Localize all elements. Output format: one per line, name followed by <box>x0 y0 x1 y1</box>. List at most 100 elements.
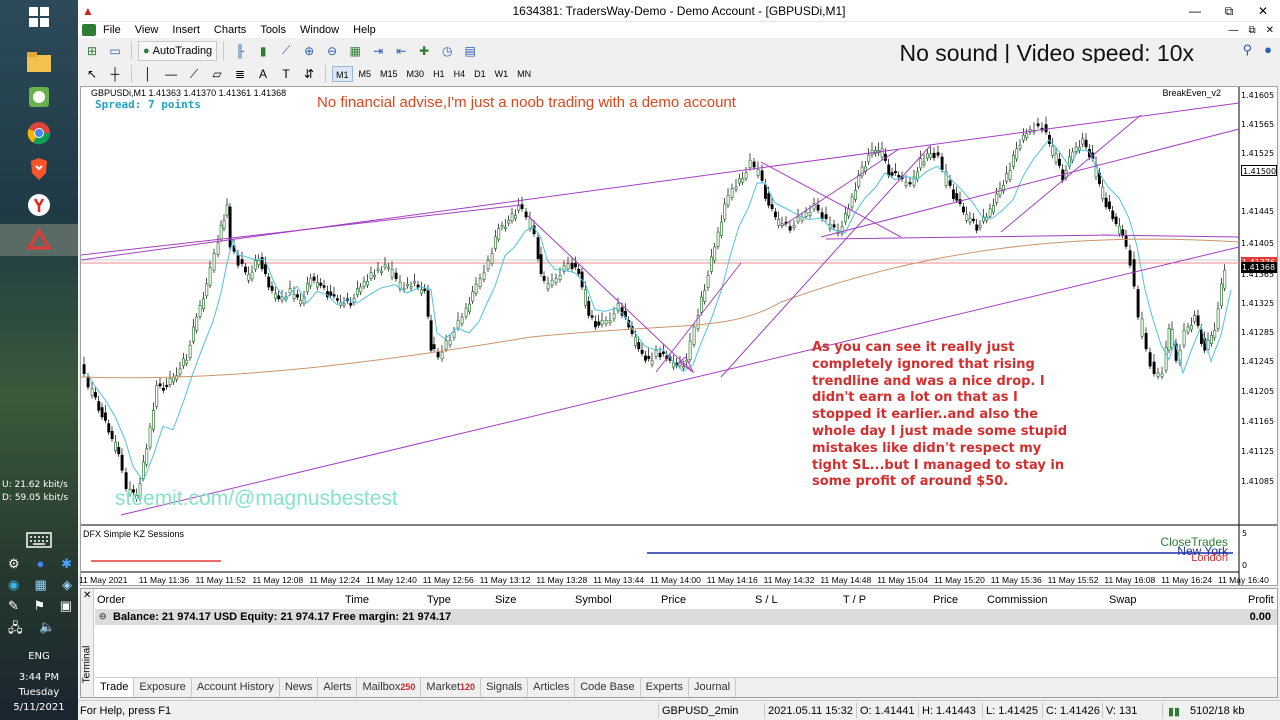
col-type[interactable]: Type <box>427 594 451 606</box>
autoscroll-icon[interactable]: ⇤ <box>391 41 411 61</box>
tab-mailbox[interactable]: Mailbox250 <box>357 678 422 697</box>
menu-view[interactable]: View <box>128 24 166 36</box>
tab-trade[interactable]: Trade <box>95 678 135 697</box>
close-button[interactable]: ✕ <box>1246 0 1280 22</box>
community-icon[interactable]: ● <box>1264 42 1272 58</box>
tab-exposure[interactable]: Exposure <box>134 678 192 697</box>
traderway-icon[interactable] <box>0 224 78 256</box>
timeframe-m30[interactable]: M30 <box>404 66 428 82</box>
windows-start-icon[interactable] <box>22 2 56 32</box>
tab-journal[interactable]: Journal <box>689 678 737 697</box>
shield-tray-icon[interactable]: ◈ <box>62 577 72 593</box>
indicators-icon[interactable]: ✚ <box>414 41 434 61</box>
price-chart[interactable]: GBPUSDi,M1 1.41363 1.41370 1.41361 1.413… <box>79 86 1278 586</box>
timeframe-w1[interactable]: W1 <box>492 66 512 82</box>
col-commission[interactable]: Commission <box>987 594 1048 606</box>
tab-experts[interactable]: Experts <box>641 678 689 697</box>
clock-time[interactable]: 3:44 PM <box>0 670 78 685</box>
col-size[interactable]: Size <box>495 594 516 606</box>
horizontal-line-icon[interactable]: — <box>161 64 181 84</box>
keyboard-icon[interactable] <box>22 525 56 555</box>
menu-tools[interactable]: Tools <box>253 24 293 36</box>
pen-tray-icon[interactable]: ✎ <box>8 598 19 614</box>
menu-insert[interactable]: Insert <box>165 24 207 36</box>
timeframe-h1[interactable]: H1 <box>430 66 448 82</box>
candle-body <box>355 288 359 295</box>
tab-account-history[interactable]: Account History <box>192 678 280 697</box>
network-tray-icon[interactable]: 🖧 <box>8 619 23 641</box>
label-icon[interactable]: T <box>276 64 296 84</box>
periods-icon[interactable]: ◷ <box>437 41 457 61</box>
col-time[interactable]: Time <box>345 594 369 606</box>
menu-window[interactable]: Window <box>293 24 346 36</box>
timeframe-h4[interactable]: H4 <box>451 66 469 82</box>
yandex-icon[interactable] <box>22 190 56 220</box>
brave-icon[interactable] <box>22 154 56 184</box>
tab-signals[interactable]: Signals <box>481 678 529 697</box>
terminal-close-icon[interactable]: ✕ <box>83 590 91 601</box>
candle-body <box>573 263 577 268</box>
bar-chart-icon[interactable]: ╟ <box>230 41 250 61</box>
maximize-button[interactable]: ⧉ <box>1212 0 1246 22</box>
vertical-line-icon[interactable]: │ <box>138 64 158 84</box>
col-order[interactable]: Order <box>97 594 125 606</box>
col-swap[interactable]: Swap <box>1109 594 1137 606</box>
chip-tray-icon[interactable]: ▣ <box>60 598 72 614</box>
timeframe-m15[interactable]: M15 <box>377 66 401 82</box>
volume-tray-icon[interactable]: 🔈 <box>39 619 55 641</box>
app-launcher-icon[interactable] <box>22 82 56 112</box>
search-icon[interactable]: ⚲ <box>1243 42 1253 58</box>
chart-shift-icon[interactable]: ⇥ <box>368 41 388 61</box>
channel-icon[interactable]: ▱ <box>207 64 227 84</box>
autotrading-button[interactable]: ● AutoTrading <box>138 40 218 61</box>
text-icon[interactable]: A <box>253 64 273 84</box>
cursor-icon[interactable]: ↖ <box>82 64 102 84</box>
new-chart-icon[interactable]: ⊞ <box>82 41 102 61</box>
tab-articles[interactable]: Articles <box>528 678 576 697</box>
timeframe-m1[interactable]: M1 <box>332 66 353 82</box>
chrome-icon[interactable] <box>22 118 56 148</box>
settings-tray-icon[interactable]: ⚙ <box>8 556 20 572</box>
tab-market[interactable]: Market120 <box>421 678 482 697</box>
app-tray-icon[interactable]: ◉ <box>8 577 19 593</box>
col-price[interactable]: Price <box>661 594 686 606</box>
col-sl[interactable]: S / L <box>755 594 778 606</box>
candlestick-icon[interactable]: ▮ <box>253 41 273 61</box>
col-symbol[interactable]: Symbol <box>575 594 612 606</box>
col-profit[interactable]: Profit <box>1248 594 1274 606</box>
line-chart-icon[interactable]: ⟋ <box>276 41 296 61</box>
tab-code-base[interactable]: Code Base <box>575 678 641 697</box>
profiles-icon[interactable]: ▭ <box>105 41 125 61</box>
templates-icon[interactable]: ▤ <box>460 41 480 61</box>
file-explorer-icon[interactable] <box>22 47 56 77</box>
crosshair-icon[interactable]: ┼ <box>105 64 125 84</box>
balance-row[interactable]: ⊖ Balance: 21 974.17 USD Equity: 21 974.… <box>95 609 1277 625</box>
balance-profit: 0.00 <box>1249 611 1271 623</box>
chrome-tray-icon[interactable]: ● <box>36 556 44 572</box>
doc-close-icon[interactable]: ✕ <box>1266 25 1274 36</box>
timeframe-mn[interactable]: MN <box>514 66 534 82</box>
menu-file[interactable]: File <box>96 24 128 36</box>
bluetooth-tray-icon[interactable]: ✱ <box>61 556 72 572</box>
timeframe-m5[interactable]: M5 <box>356 66 375 82</box>
language-indicator[interactable]: ENG <box>0 649 78 664</box>
flag-tray-icon[interactable]: ⚑ <box>33 598 45 614</box>
candle-body <box>640 349 644 354</box>
arrows-icon[interactable]: ⇵ <box>299 64 319 84</box>
tab-alerts[interactable]: Alerts <box>318 678 358 697</box>
timeframe-d1[interactable]: D1 <box>471 66 489 82</box>
doc-minimize-icon[interactable]: — <box>1228 25 1238 36</box>
col-tp[interactable]: T / P <box>843 594 866 606</box>
zoom-in-icon[interactable]: ⊕ <box>299 41 319 61</box>
tab-news[interactable]: News <box>280 678 319 697</box>
zoom-out-icon[interactable]: ⊖ <box>322 41 342 61</box>
fibonacci-icon[interactable]: ≣ <box>230 64 250 84</box>
menu-charts[interactable]: Charts <box>207 24 253 36</box>
trendline-icon[interactable]: ⟋ <box>184 64 204 84</box>
grid-tray-icon[interactable]: ▦ <box>35 577 47 593</box>
minimize-button[interactable]: — <box>1178 0 1212 22</box>
menu-help[interactable]: Help <box>346 24 383 36</box>
col-close-price[interactable]: Price <box>933 594 958 606</box>
tile-windows-icon[interactable]: ▦ <box>345 41 365 61</box>
doc-restore-icon[interactable]: ⧉ <box>1248 25 1255 36</box>
